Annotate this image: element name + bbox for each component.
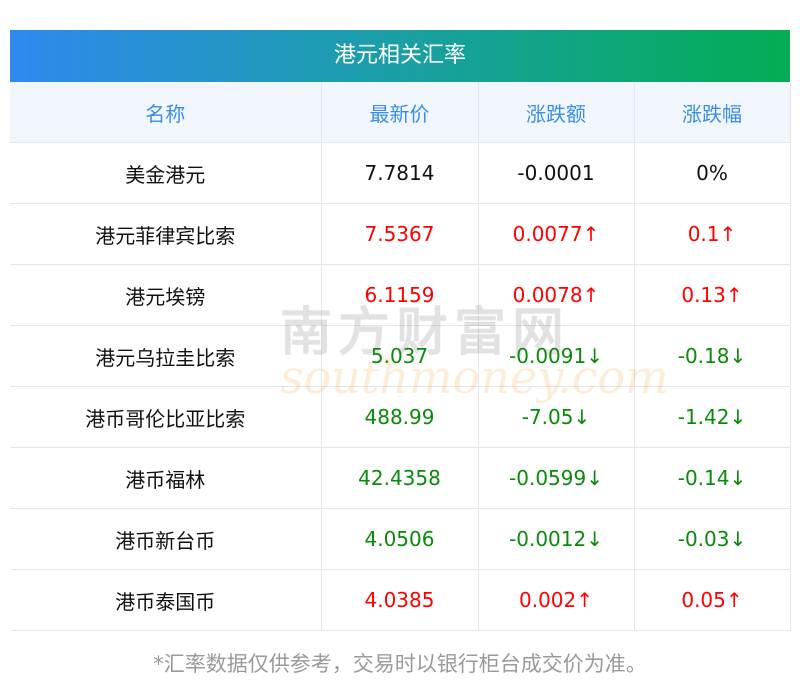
table-row: 港元菲律宾比索 7.5367 0.0077↑ 0.1↑ [10,203,791,265]
latest-price: 7.5367 [320,203,478,265]
table-row: 港元埃镑 6.1159 0.0078↑ 0.13↑ [10,264,791,326]
column-header-name: 名称 [10,82,321,143]
percent-change: 0.13↑ [633,264,791,326]
table-row: 美金港元 7.7814 -0.0001 0% [10,142,791,204]
currency-name: 港元菲律宾比索 [10,203,321,265]
latest-price: 488.99 [320,386,478,448]
percent-change: -0.18↓ [633,325,791,387]
latest-price: 7.7814 [320,142,478,204]
table-row: 港元乌拉圭比索 5.037 -0.0091↓ -0.18↓ [10,325,791,387]
table-title: 港元相关汇率 [10,30,790,82]
percent-change: 0.1↑ [633,203,791,265]
currency-name: 美金港元 [10,142,321,204]
table-row: 港币哥伦比亚比索 488.99 -7.05↓ -1.42↓ [10,386,791,448]
latest-price: 4.0385 [320,569,478,631]
column-header-price: 最新价 [320,82,478,143]
column-header-change: 涨跌额 [477,82,634,143]
percent-change: -1.42↓ [633,386,791,448]
table-row: 港币泰国币 4.0385 0.002↑ 0.05↑ [10,569,791,631]
currency-name: 港元埃镑 [10,264,321,326]
latest-price: 4.0506 [320,508,478,570]
percent-change: 0.05↑ [633,569,791,631]
price-change: -0.0012↓ [477,508,634,570]
price-change: -0.0599↓ [477,447,634,509]
currency-name: 港币福林 [10,447,321,509]
exchange-rate-table: 名称 最新价 涨跌额 涨跌幅 美金港元 7.7814 -0.0001 0% 港元菲律宾比… [10,82,791,631]
table-row: 港币福林 42.4358 -0.0599↓ -0.14↓ [10,447,791,509]
price-change: -0.0091↓ [477,325,634,387]
table-row: 港币新台币 4.0506 -0.0012↓ -0.03↓ [10,508,791,570]
latest-price: 6.1159 [320,264,478,326]
percent-change: -0.14↓ [633,447,791,509]
price-change: 0.002↑ [477,569,634,631]
latest-price: 5.037 [320,325,478,387]
price-change: 0.0077↑ [477,203,634,265]
column-header-percent: 涨跌幅 [633,82,791,143]
price-change: -7.05↓ [477,386,634,448]
disclaimer: *汇率数据仅供参考，交易时以银行柜台成交价为准。 [153,652,647,676]
currency-name: 港元乌拉圭比索 [10,325,321,387]
price-change: 0.0078↑ [477,264,634,326]
price-change: -0.0001 [477,142,634,204]
currency-name: 港币新台币 [10,508,321,570]
percent-change: 0% [633,142,791,204]
currency-name: 港币泰国币 [10,569,321,631]
currency-name: 港币哥伦比亚比索 [10,386,321,448]
percent-change: -0.03↓ [633,508,791,570]
latest-price: 42.4358 [320,447,478,509]
